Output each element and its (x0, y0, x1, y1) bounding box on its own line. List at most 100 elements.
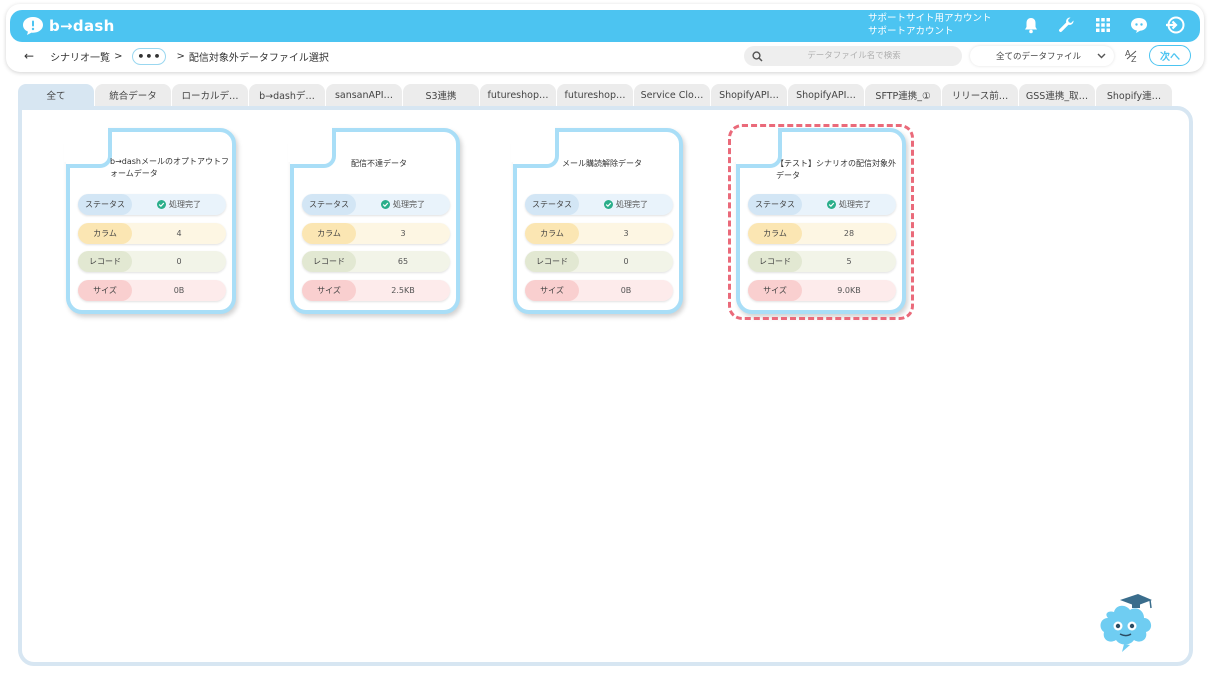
column-value: 3 (400, 228, 406, 238)
breadcrumb-scenario-list[interactable]: シナリオ一覧 (50, 49, 110, 64)
card-title: 【テスト】シナリオの配信対象外データ (776, 159, 896, 180)
size-label: サイズ (302, 279, 356, 301)
card-record-row: レコード 5 (748, 251, 896, 272)
card-column-row: カラム 4 (78, 222, 226, 244)
check-circle-icon (604, 200, 613, 209)
column-label: カラム (78, 222, 132, 244)
datafile-card[interactable]: メール購読解除データ ステータス 処理完了 カラム 3 レコード 0 サイズ 0… (511, 126, 683, 314)
card-column-row: カラム 3 (525, 222, 673, 244)
chevron-down-icon (1097, 53, 1106, 59)
size-label: サイズ (78, 279, 132, 301)
next-button[interactable]: 次へ (1149, 45, 1191, 66)
tab-all[interactable]: 全て (18, 84, 94, 106)
column-label: カラム (302, 222, 356, 244)
tab-sftp[interactable]: SFTP連携_① (865, 84, 941, 106)
tab-bar: 全て 統合データ ローカルデ… b→dashデ… sansanAPI… S3連携… (18, 84, 1173, 106)
account-info[interactable]: サポートサイト用アカウント サポートアカウント (868, 12, 992, 38)
size-value: 9.0KB (837, 285, 861, 295)
check-circle-icon (381, 200, 390, 209)
tab-integrated-data[interactable]: 統合データ (95, 84, 171, 106)
status-value: 処理完了 (579, 199, 673, 210)
datafile-card[interactable]: b→dashメールのオプトアウトフォームデータ ステータス 処理完了 カラム 4… (64, 126, 236, 314)
tab-shopify-api-1[interactable]: ShopifyAPI… (711, 84, 787, 106)
column-value: 4 (176, 228, 182, 238)
card-title: メール購読解除データ (562, 159, 642, 168)
size-value: 0B (620, 285, 632, 295)
breadcrumb-separator: > (176, 50, 185, 62)
status-label: ステータス (525, 194, 579, 215)
column-value: 28 (843, 228, 855, 238)
datafile-filter-select[interactable]: 全てのデータファイル (970, 46, 1114, 66)
grid-menu-icon[interactable] (1092, 14, 1114, 36)
logo[interactable]: b→dash (22, 16, 115, 36)
card-status-row: ステータス 処理完了 (78, 194, 226, 215)
size-label: サイズ (748, 279, 802, 301)
card-column-row: カラム 28 (748, 222, 896, 244)
record-value: 65 (397, 257, 409, 266)
record-label: レコード (748, 251, 802, 272)
record-label: レコード (302, 251, 356, 272)
tab-futureshop-1[interactable]: futureshop… (480, 84, 556, 106)
status-label: ステータス (78, 194, 132, 215)
app-header: b→dash サポートサイト用アカウント サポートアカウント (10, 10, 1200, 42)
search-input[interactable] (769, 51, 939, 61)
logout-icon[interactable] (1164, 14, 1186, 36)
check-circle-icon (827, 200, 836, 209)
mascot-icon (1100, 594, 1152, 652)
card-column-row: カラム 3 (302, 222, 450, 244)
tab-shopify-api-2[interactable]: ShopifyAPI… (788, 84, 864, 106)
wrench-icon[interactable] (1056, 14, 1078, 36)
tab-pre-release[interactable]: リリース前… (942, 84, 1018, 106)
tab-futureshop-2[interactable]: futureshop… (557, 84, 633, 106)
size-label: サイズ (525, 279, 579, 301)
record-label: レコード (78, 251, 132, 272)
card-status-row: ステータス 処理完了 (525, 194, 673, 215)
breadcrumb-ellipsis-button[interactable]: ••• (132, 47, 167, 65)
status-value: 処理完了 (132, 199, 226, 210)
breadcrumb: ← シナリオ一覧 > ••• > 配信対象外データファイル選択 (24, 46, 329, 66)
status-label: ステータス (302, 194, 356, 215)
chat-bot-icon[interactable] (1128, 14, 1150, 36)
tab-sansan-api[interactable]: sansanAPI… (326, 84, 402, 106)
status-value: 処理完了 (356, 199, 450, 210)
card-size-row: サイズ 9.0KB (748, 279, 896, 301)
svg-text:Z: Z (1131, 55, 1137, 64)
column-label: カラム (525, 222, 579, 244)
tab-service-cloud[interactable]: Service Clo… (634, 84, 710, 106)
card-title: 配信不達データ (351, 159, 407, 168)
mascot-helper[interactable] (1094, 588, 1160, 658)
datafile-card-selected[interactable]: 【テスト】シナリオの配信対象外データ ステータス 処理完了 カラム 28 レコー… (734, 126, 906, 314)
record-value: 5 (846, 257, 852, 266)
size-value: 2.5KB (391, 285, 415, 295)
card-status-row: ステータス 処理完了 (748, 194, 896, 215)
card-record-row: レコード 0 (525, 251, 673, 272)
account-name: サポートサイト用アカウント (868, 13, 992, 24)
check-circle-icon (157, 200, 166, 209)
logo-text: b→dash (49, 17, 115, 35)
sort-az-icon: A Z (1125, 49, 1137, 64)
column-label: カラム (748, 222, 802, 244)
filter-selected-value: 全てのデータファイル (996, 52, 1082, 62)
card-title: b→dashメールのオプトアウトフォームデータ (110, 157, 229, 178)
status-value: 処理完了 (802, 199, 896, 210)
tab-s3[interactable]: S3連携 (403, 84, 479, 106)
card-record-row: レコード 65 (302, 251, 450, 272)
record-label: レコード (525, 251, 579, 272)
tab-local-data[interactable]: ローカルデ… (172, 84, 248, 106)
card-record-row: レコード 0 (78, 251, 226, 272)
account-user: サポートアカウント (868, 26, 954, 37)
bell-icon[interactable] (1020, 14, 1042, 36)
column-value: 3 (623, 228, 629, 238)
card-size-row: サイズ 2.5KB (302, 279, 450, 301)
back-arrow-icon[interactable]: ← (24, 49, 34, 63)
tab-shopify[interactable]: Shopify連… (1096, 84, 1172, 106)
sort-az-button[interactable]: A Z (1122, 46, 1142, 66)
status-label: ステータス (748, 194, 802, 215)
tab-bdash-data[interactable]: b→dashデ… (249, 84, 325, 106)
logo-icon (23, 17, 43, 35)
datafile-card[interactable]: 配信不達データ ステータス 処理完了 カラム 3 レコード 65 サイズ 2.5… (288, 126, 460, 314)
search-icon (752, 50, 763, 62)
tab-gss[interactable]: GSS連携_取… (1019, 84, 1095, 106)
card-size-row: サイズ 0B (525, 279, 673, 301)
breadcrumb-current: 配信対象外データファイル選択 (188, 52, 329, 64)
